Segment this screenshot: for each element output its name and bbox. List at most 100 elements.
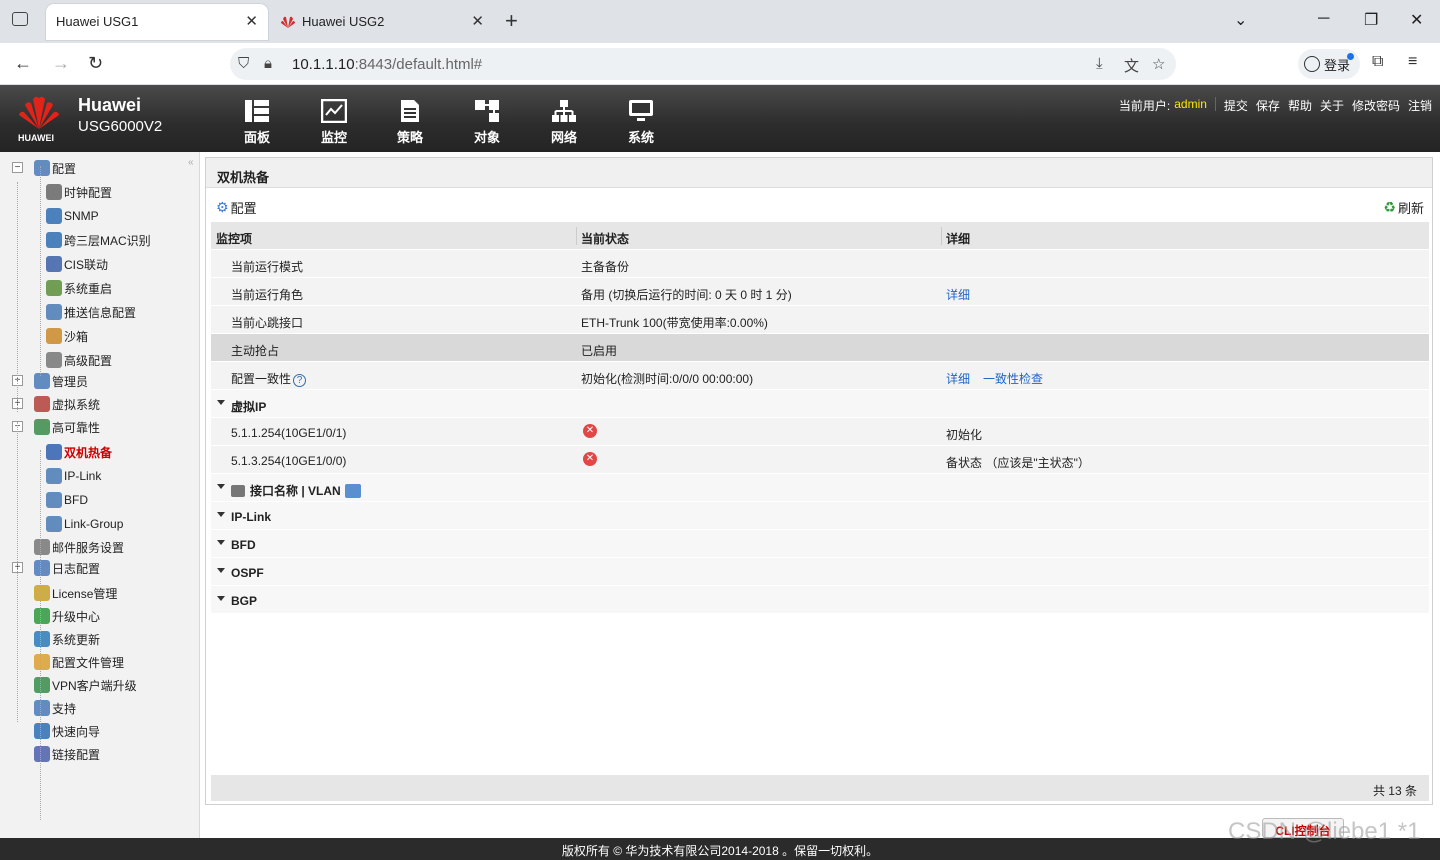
group-row[interactable]: OSPF [211,558,1429,586]
sidebar-item[interactable]: IP-Link [46,466,101,486]
login-button[interactable]: 登录 [1298,49,1360,79]
download-icon[interactable]: ⤓ [1096,55,1103,72]
column-divider [576,227,577,245]
config-button[interactable]: ⚙ 配置 [216,198,257,217]
help-link[interactable]: 帮助 [1288,97,1320,114]
tab-usg2[interactable]: Huawei USG2 ✕ [272,4,494,40]
star-icon[interactable]: ☆ [1152,55,1165,73]
group-row[interactable]: BGP [211,586,1429,614]
column-divider [941,227,942,245]
expand-triangle-icon[interactable] [217,512,225,517]
expand-triangle-icon[interactable] [217,596,225,601]
about-link[interactable]: 关于 [1320,97,1352,114]
collapse-sidebar-icon[interactable]: « [188,157,194,168]
nav-label: 对象 [473,130,500,145]
sidebar-item[interactable]: SNMP [46,206,99,226]
back-button[interactable]: ← [14,53,32,74]
expand-triangle-icon[interactable] [217,400,225,405]
submit-link[interactable]: 提交 [1224,97,1256,114]
chevron-down-icon[interactable]: ⌄ [1234,10,1247,30]
reload-button[interactable]: ↻ [88,53,103,74]
sidebar-item[interactable]: 升级中心 [34,606,100,626]
sidebar-item[interactable]: Link-Group [46,514,123,534]
vpn-icon [34,677,50,693]
sidebar-item[interactable]: 系统更新 [34,629,100,649]
logout-link[interactable]: 注销 [1408,97,1440,114]
nav-label: 面板 [243,130,270,145]
sidebar-item-label: License管理 [52,586,118,601]
tab-list-icon[interactable] [12,12,28,26]
sidebar-item-label: 跨三层MAC识别 [64,233,151,248]
sidebar-item[interactable]: 配置文件管理 [34,652,124,672]
extensions-icon[interactable]: ⧉ [1372,53,1383,71]
nav-label: 监控 [320,130,347,145]
group-row-virtual-ip[interactable]: 虚拟IP [211,390,1429,418]
sidebar-item[interactable]: 邮件服务设置 [34,537,124,557]
admin-icon [34,373,50,389]
sidebar-item[interactable]: 高可靠性 [34,417,100,437]
sidebar-item[interactable]: 双机热备 [46,442,112,462]
url-field[interactable]: ⛉ 🔒︎ 10.1.1.10:8443/default.html# ⤓ 文 ☆ [230,48,1176,80]
group-row[interactable]: 接口名称 | VLAN [211,474,1429,502]
sidebar-item-label: CIS联动 [64,257,109,272]
shield-icon[interactable]: ⛉ [238,55,249,72]
device-model: USG6000V2 [78,118,163,135]
sandbox-icon [46,328,62,344]
sidebar-item[interactable]: BFD [46,490,88,510]
sidebar-item[interactable]: VPN客户端升级 [34,675,137,695]
consistency-check-link[interactable]: 一致性检查 [983,370,1043,387]
sidebar-item[interactable]: 日志配置 [34,558,100,578]
nav-object[interactable]: 对象 [455,99,519,146]
expand-triangle-icon[interactable] [217,484,225,489]
sidebar-item[interactable]: 快速向导 [34,721,100,741]
change-password-link[interactable]: 修改密码 [1352,97,1408,114]
total-count: 共 13 条 [1372,784,1417,798]
new-tab-button[interactable]: + [505,8,518,34]
sidebar-item[interactable]: 虚拟系统 [34,394,100,414]
collapse-icon[interactable]: − [12,162,23,173]
close-icon[interactable]: ✕ [245,12,258,30]
expand-triangle-icon[interactable] [217,568,225,573]
close-icon[interactable]: ✕ [471,12,484,30]
push-icon [46,304,62,320]
sidebar-item[interactable]: 跨三层MAC识别 [46,230,151,250]
minimize-button[interactable]: ─ [1318,10,1329,28]
nav-monitor[interactable]: 监控 [302,99,366,146]
sidebar-item[interactable]: 管理员 [34,371,88,391]
sidebar-item[interactable]: 链接配置 [34,744,100,764]
sidebar-item[interactable]: 时钟配置 [46,182,112,202]
main-panel: 双机热备 ⚙ 配置 ♻ 刷新 监控项 当前状态 详细 当前运行模式 主备备份 当前运… [205,157,1433,805]
translate-icon[interactable]: 文 [1124,55,1139,76]
help-icon[interactable]: ? [293,374,307,387]
refresh-button[interactable]: ♻ 刷新 [1383,198,1424,217]
detail-link[interactable]: 详细 [946,286,970,303]
sidebar-item[interactable]: 推送信息配置 [46,302,136,322]
detail-link[interactable]: 详细 [946,370,970,387]
sidebar-item-label: 沙箱 [64,329,89,344]
group-row[interactable]: BFD [211,530,1429,558]
status-cell: 初始化(检测时间:0/0/0 00:00:00) [581,372,754,386]
lock-icon[interactable]: 🔒︎ [264,55,272,72]
nav-policy[interactable]: 策略 [378,99,442,146]
menu-icon[interactable]: ≡ [1408,53,1417,71]
group-row[interactable]: IP-Link [211,502,1429,530]
sidebar-item[interactable]: License管理 [34,583,117,603]
expand-triangle-icon[interactable] [217,540,225,545]
save-link[interactable]: 保存 [1256,97,1288,114]
maximize-button[interactable]: ❐ [1364,10,1378,30]
sidebar-item[interactable]: 沙箱 [46,326,88,346]
sidebar-item-label: VPN客户端升级 [52,678,137,693]
nav-network[interactable]: 网络 [532,99,596,146]
sidebar-item[interactable]: 高级配置 [46,350,112,370]
forward-button[interactable]: → [52,53,70,74]
vsys-icon [34,396,50,412]
sidebar-item[interactable]: CIS联动 [46,254,108,274]
nav-system[interactable]: 系统 [609,99,673,146]
watermark: CSDN @liebe1 *1 [1228,818,1421,845]
tab-usg1[interactable]: Huawei USG1 ✕ [46,4,268,40]
sidebar-item[interactable]: 系统重启 [46,278,112,298]
close-window-button[interactable]: ✕ [1410,10,1423,30]
nav-dashboard[interactable]: 面板 [225,99,289,146]
tab-title: Huawei USG2 [302,14,385,29]
mail-icon [34,539,50,555]
